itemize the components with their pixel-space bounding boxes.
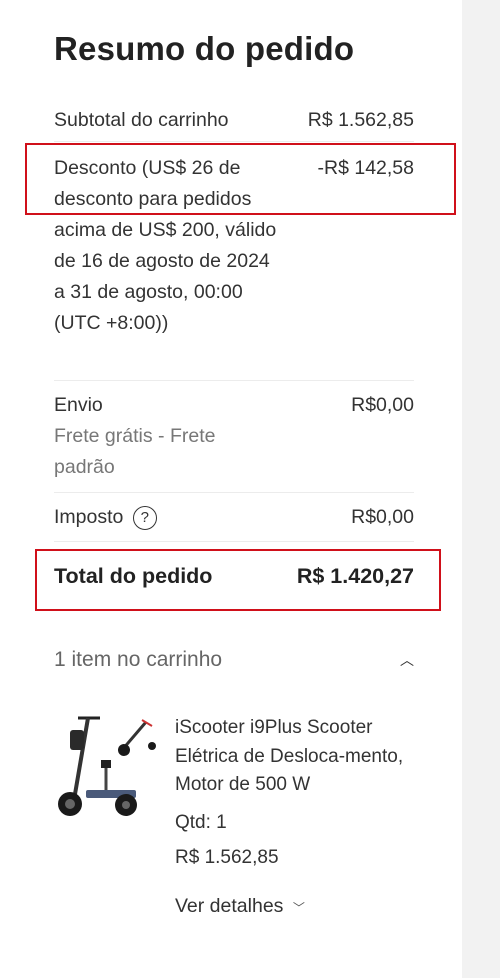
divider — [54, 492, 414, 493]
order-summary-panel: Resumo do pedido Subtotal do carrinho R$… — [0, 0, 462, 978]
subtotal-value: R$ 1.562,85 — [307, 109, 414, 131]
tax-label: Imposto — [54, 506, 124, 528]
page-title: Resumo do pedido — [54, 30, 355, 67]
subtotal-label: Subtotal do carrinho — [54, 109, 229, 131]
shipping-row: Envio Frete grátis - Frete padrão R$0,00 — [54, 390, 414, 485]
view-details-link[interactable]: Ver detalhes ﹀ — [175, 895, 305, 918]
shipping-note: Frete grátis - Frete padrão — [54, 425, 216, 478]
product-name[interactable]: iScooter i9Plus Scooter Elétrica de Desl… — [175, 714, 415, 800]
divider — [54, 141, 414, 142]
product-price: R$ 1.562,85 — [175, 847, 279, 868]
tax-value: R$0,00 — [351, 506, 414, 528]
product-image[interactable] — [56, 712, 156, 822]
discount-highlight-box — [25, 143, 456, 215]
cart-header-label: 1 item no carrinho — [54, 648, 223, 671]
cart-header[interactable]: 1 item no carrinho ︿ — [54, 648, 414, 672]
divider — [54, 541, 414, 542]
shipping-value: R$0,00 — [351, 394, 414, 416]
view-details-label: Ver detalhes — [175, 895, 284, 917]
chevron-up-icon[interactable]: ︿ — [400, 650, 414, 670]
total-highlight-box — [35, 549, 441, 611]
subtotal-row: Subtotal do carrinho R$ 1.562,85 — [54, 105, 414, 136]
product-quantity: Qtd: 1 — [175, 812, 227, 833]
shipping-label: Envio — [54, 394, 103, 416]
chevron-down-icon: ﹀ — [292, 901, 305, 915]
tax-row: Imposto ? R$0,00 — [54, 502, 414, 533]
scooter-icon — [58, 716, 156, 816]
question-icon[interactable]: ? — [132, 505, 157, 530]
divider — [54, 380, 414, 381]
